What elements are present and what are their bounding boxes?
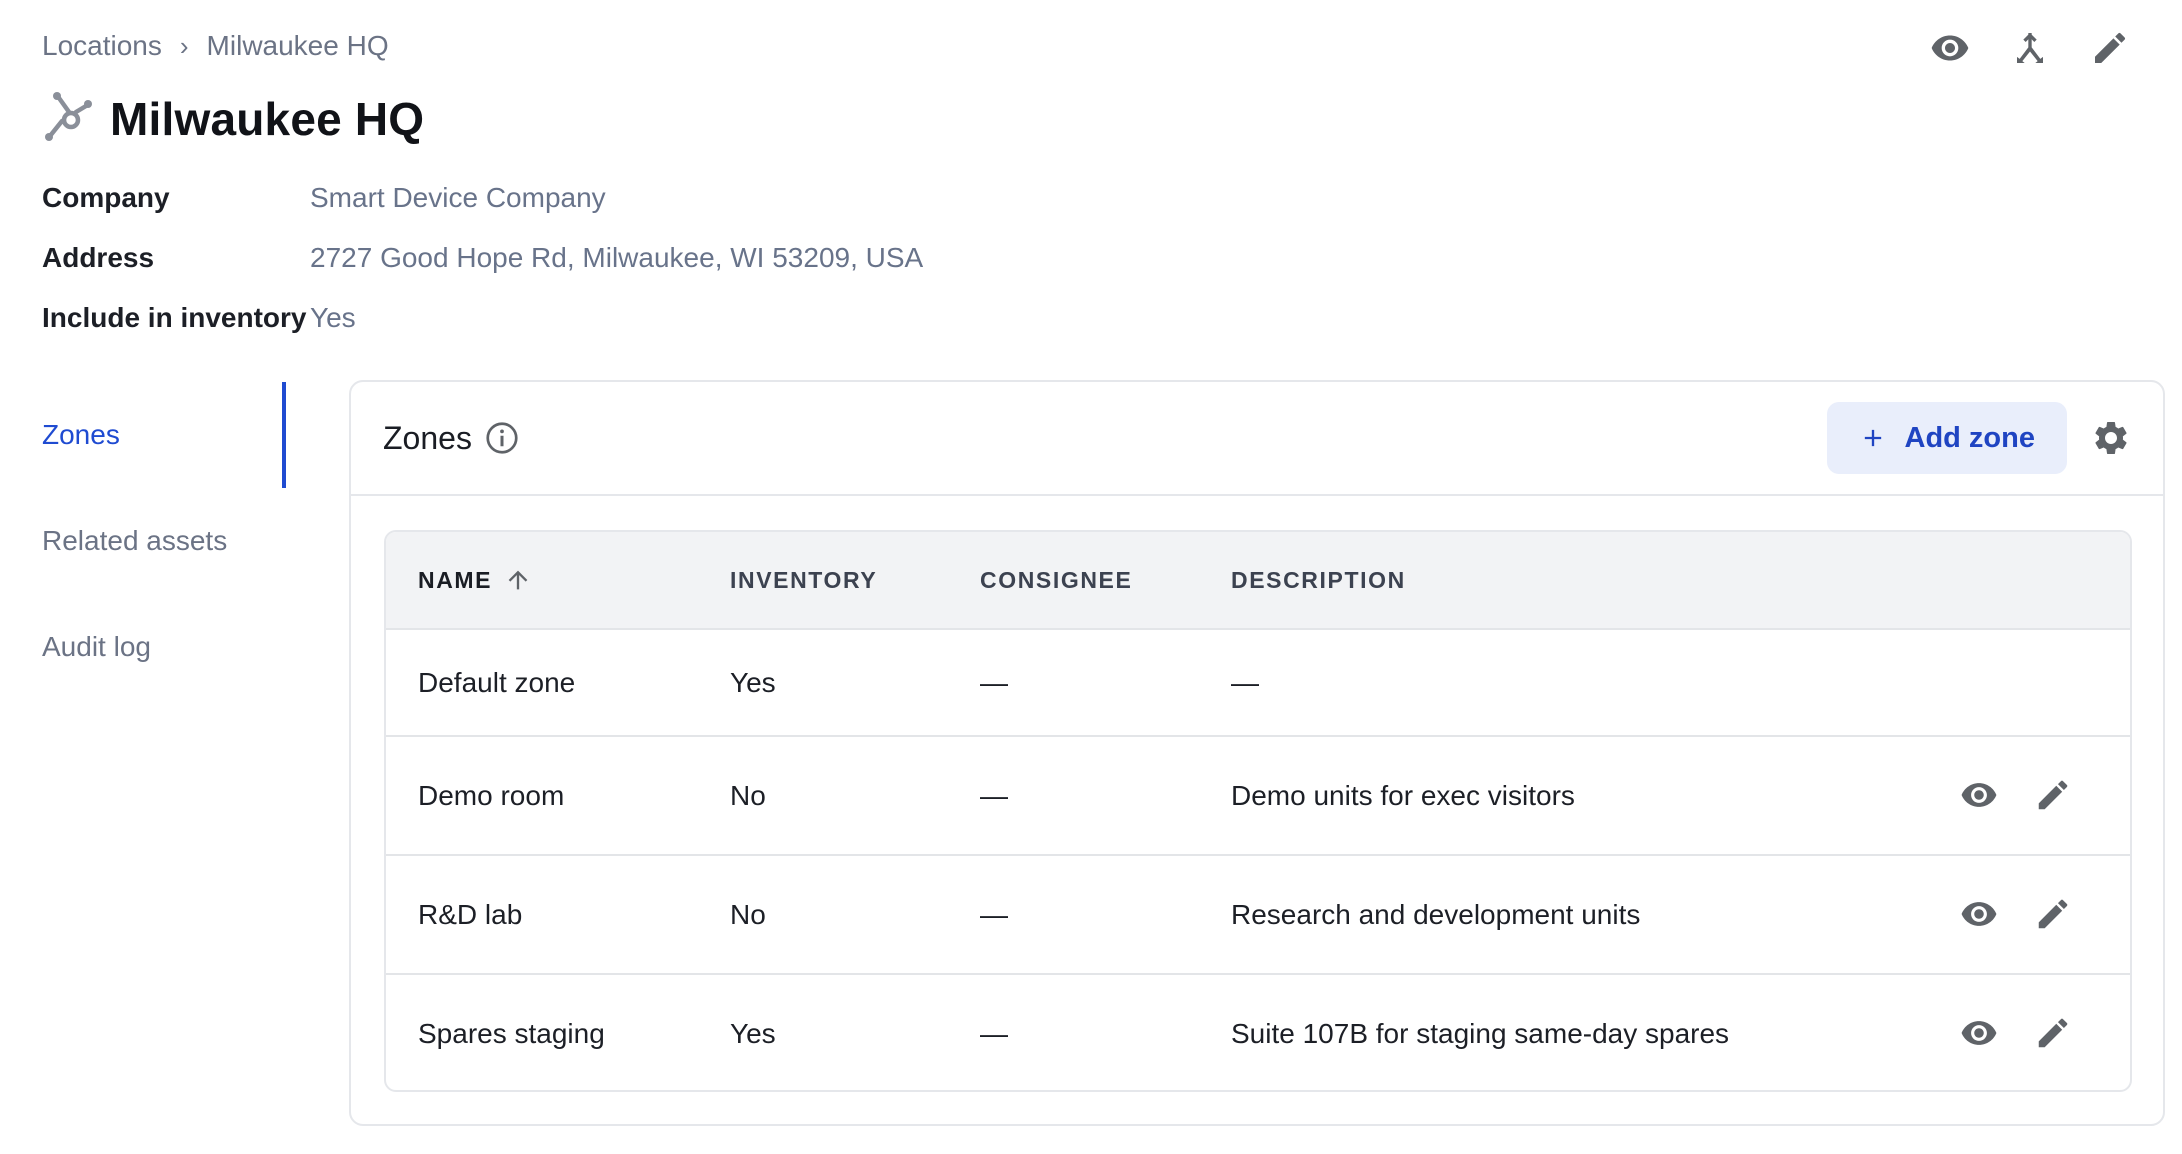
- cell-description: Demo units for exec visitors: [1231, 779, 1575, 811]
- zones-card-header: Zones Add zone: [351, 382, 2163, 496]
- cell-consignee: —: [980, 779, 1008, 811]
- sidenav-item-audit-log[interactable]: Audit log: [0, 594, 286, 700]
- gear-icon[interactable]: [2091, 418, 2131, 458]
- info-icon[interactable]: [484, 420, 520, 456]
- page-title: Milwaukee HQ: [110, 92, 425, 145]
- table-header: NAME INVENTORY CONSIGNEE DESCRIPTION: [386, 532, 2130, 630]
- row-actions: [1960, 895, 2130, 935]
- merge-icon[interactable]: [2008, 26, 2052, 70]
- row-actions: [1960, 776, 2130, 816]
- breadcrumb-locations-link[interactable]: Locations: [42, 30, 162, 62]
- page-header: Milwaukee HQ: [40, 88, 424, 149]
- pencil-icon[interactable]: [2034, 895, 2074, 935]
- eye-icon[interactable]: [1960, 776, 2000, 816]
- hub-location-icon: [40, 88, 96, 149]
- add-zone-label: Add zone: [1904, 421, 2036, 454]
- table-row[interactable]: Default zone Yes — —: [386, 630, 2130, 737]
- detail-label: Include in inventory: [42, 302, 307, 333]
- cell-inventory: Yes: [730, 666, 776, 698]
- sidenav-item-zones[interactable]: Zones: [0, 382, 286, 488]
- cell-name: Spares staging: [418, 1017, 605, 1049]
- breadcrumb: Locations › Milwaukee HQ: [42, 30, 389, 62]
- detail-value: 2727 Good Hope Rd, Milwaukee, WI 53209, …: [310, 242, 924, 273]
- plus-icon: [1864, 429, 1881, 447]
- pencil-icon[interactable]: [2034, 1014, 2074, 1054]
- zones-card: Zones Add zone NAME INVENTORY CONSIGNEE …: [349, 380, 2165, 1126]
- location-detail-page: Locations › Milwaukee HQ Milwaukee HQ Co…: [0, 0, 2182, 1154]
- cell-description: Suite 107B for staging same-day spares: [1231, 1017, 1730, 1049]
- cell-consignee: —: [980, 666, 1008, 698]
- cell-description: —: [1231, 666, 1259, 698]
- eye-icon[interactable]: [1928, 26, 1972, 70]
- sidenav-item-related-assets[interactable]: Related assets: [0, 488, 286, 594]
- detail-row-address: Address 2727 Good Hope Rd, Milwaukee, WI…: [42, 228, 923, 288]
- cell-inventory: No: [730, 779, 766, 811]
- eye-icon[interactable]: [1960, 895, 2000, 935]
- column-header-consignee[interactable]: CONSIGNEE: [980, 567, 1231, 594]
- zones-card-title: Zones: [383, 419, 472, 456]
- detail-label: Address: [42, 242, 155, 273]
- detail-value: Smart Device Company: [310, 182, 606, 213]
- cell-name: Demo room: [418, 779, 565, 811]
- cell-consignee: —: [980, 1017, 1008, 1049]
- cell-inventory: Yes: [730, 1017, 776, 1049]
- cell-name: Default zone: [418, 666, 576, 698]
- column-header-label: NAME: [418, 566, 493, 593]
- pencil-icon[interactable]: [2034, 776, 2074, 816]
- detail-label: Company: [42, 182, 170, 213]
- detail-row-company: Company Smart Device Company: [42, 168, 923, 228]
- detail-row-include-in-inventory: Include in inventory Yes: [42, 288, 923, 348]
- header-actions: [1928, 26, 2132, 70]
- table-row[interactable]: R&D lab No — Research and development un…: [386, 856, 2130, 975]
- arrow-up-icon: [508, 570, 528, 590]
- cell-description: Research and development units: [1231, 898, 1641, 930]
- table-row[interactable]: Spares staging Yes — Suite 107B for stag…: [386, 975, 2130, 1090]
- breadcrumb-separator: ›: [179, 30, 189, 61]
- cell-inventory: No: [730, 898, 766, 930]
- location-details: Company Smart Device Company Address 272…: [42, 168, 923, 348]
- cell-name: R&D lab: [418, 898, 523, 930]
- detail-value: Yes: [310, 302, 356, 333]
- row-actions: [1960, 1014, 2130, 1054]
- add-zone-button[interactable]: Add zone: [1826, 402, 2067, 474]
- column-header-description[interactable]: DESCRIPTION: [1231, 567, 2130, 594]
- section-nav: Zones Related assets Audit log: [0, 382, 286, 700]
- column-header-inventory[interactable]: INVENTORY: [730, 567, 980, 594]
- table-row[interactable]: Demo room No — Demo units for exec visit…: [386, 737, 2130, 856]
- zones-table: NAME INVENTORY CONSIGNEE DESCRIPTION Def…: [384, 530, 2132, 1092]
- eye-icon[interactable]: [1960, 1014, 2000, 1054]
- breadcrumb-current: Milwaukee HQ: [206, 30, 389, 61]
- pencil-icon[interactable]: [2088, 26, 2132, 70]
- cell-consignee: —: [980, 898, 1008, 930]
- column-header-name[interactable]: NAME: [386, 566, 730, 594]
